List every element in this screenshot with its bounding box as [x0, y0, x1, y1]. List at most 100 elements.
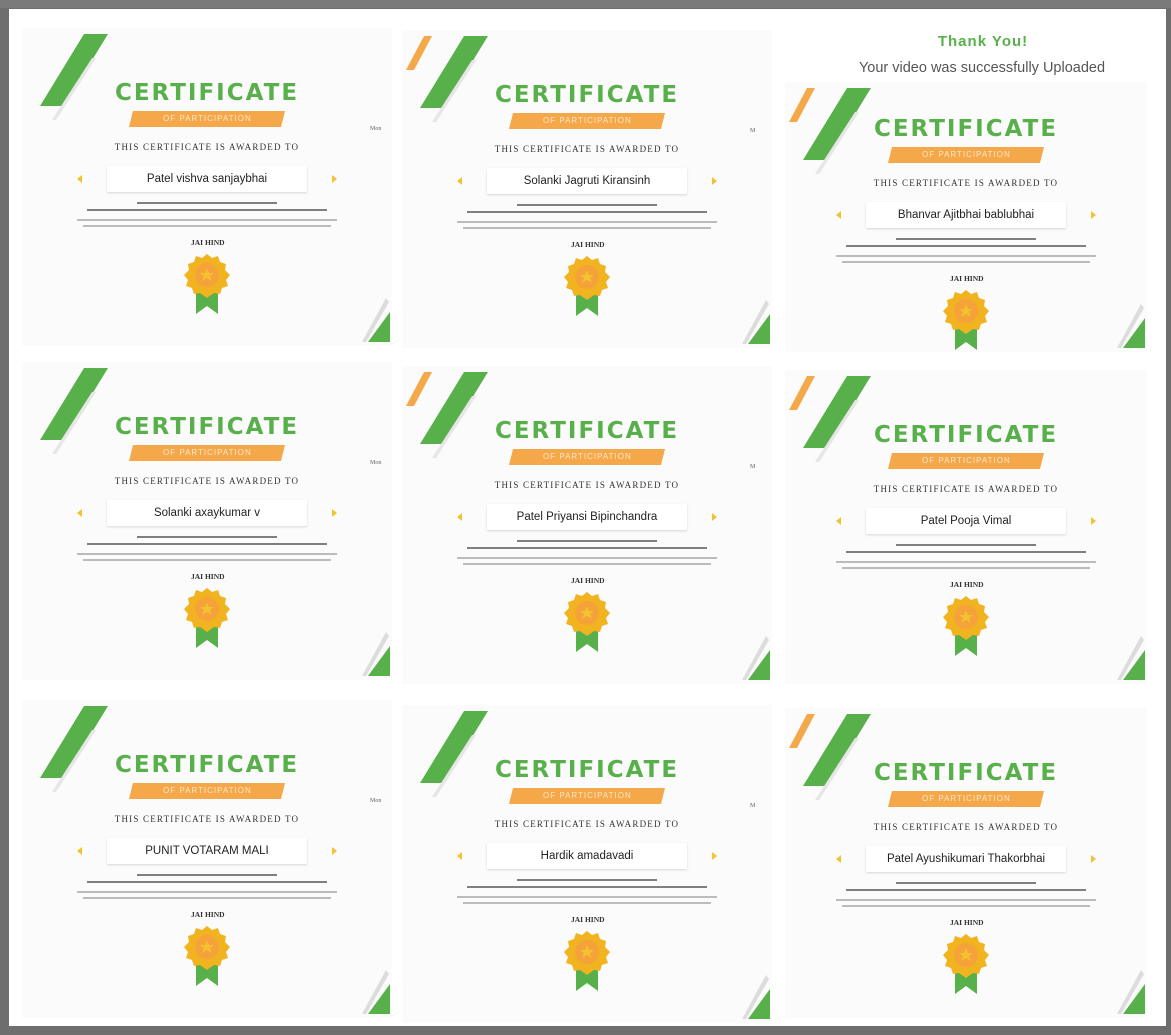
recipient-name: Patel Priyansi Bipinchandra: [487, 504, 687, 530]
certificate-card: CERTIFICATE OF PARTICIPATION THIS CERTIFIC…: [785, 82, 1147, 352]
right-arrow-icon: [332, 509, 337, 517]
recipient-name: Patel vishva sanjaybhai: [107, 166, 307, 192]
awarded-to-text: THIS CERTIFICATE IS AWARDED TO: [114, 814, 300, 824]
fine-print-line: [467, 547, 707, 549]
participation-ribbon: OF PARTICIPATION: [129, 445, 285, 461]
fine-print-line: [457, 557, 717, 559]
orange-stripe: [406, 372, 432, 406]
fine-print-line: [896, 238, 1036, 240]
recipient-name: Bhanvar Ajitbhai bablubhai: [866, 202, 1066, 228]
left-arrow-icon: [77, 847, 82, 855]
fine-print-line: [457, 896, 717, 898]
recipient-name: PUNIT VOTARAM MALI: [107, 838, 307, 864]
fine-print-line: [87, 543, 327, 545]
right-arrow-icon: [712, 852, 717, 860]
recipient-name: Patel Pooja Vimal: [866, 508, 1066, 534]
medal-icon: [184, 926, 230, 986]
certificate-card: CERTIFICATE OF PARTICIPATION THIS CERTIFIC…: [402, 705, 772, 1023]
participation-ribbon: OF PARTICIPATION: [509, 788, 665, 804]
side-label: Mon: [370, 798, 382, 804]
awarded-to-text: THIS CERTIFICATE IS AWARDED TO: [494, 144, 680, 154]
side-label: M: [750, 128, 756, 134]
fine-print-line: [517, 540, 657, 542]
frame-top-edge: [0, 0, 1171, 8]
fine-print-line: [83, 225, 331, 227]
certificate-title: CERTIFICATE: [494, 82, 680, 108]
recipient-name: Solanki Jagruti Kiransinh: [487, 168, 687, 194]
ribbon-label: OF PARTICIPATION: [162, 448, 252, 457]
certificate-card: CERTIFICATE OF PARTICIPATION THIS CERTIFIC…: [22, 28, 392, 346]
medal-icon: [184, 254, 230, 314]
medal-icon: [943, 596, 989, 656]
certificate-title: CERTIFICATE: [873, 116, 1059, 142]
certificate-card: CERTIFICATE OF PARTICIPATION THIS CERTIFIC…: [22, 700, 392, 1018]
fine-print-line: [87, 881, 327, 883]
medal-icon: [184, 588, 230, 648]
left-arrow-icon: [457, 513, 462, 521]
awarded-to-text: THIS CERTIFICATE IS AWARDED TO: [873, 822, 1059, 832]
right-arrow-icon: [712, 177, 717, 185]
right-arrow-icon: [332, 847, 337, 855]
fine-print-line: [896, 544, 1036, 546]
ribbon-label: OF PARTICIPATION: [921, 150, 1011, 159]
awarded-to-text: THIS CERTIFICATE IS AWARDED TO: [873, 178, 1059, 188]
fine-print-line: [517, 879, 657, 881]
thank-you-heading: Thank You!: [937, 33, 1029, 50]
fine-print-line: [467, 211, 707, 213]
jai-hind-label: JAI HIND: [571, 240, 605, 249]
medal-icon: [943, 934, 989, 994]
fine-print-line: [896, 882, 1036, 884]
jai-hind-label: JAI HIND: [571, 576, 605, 585]
participation-ribbon: OF PARTICIPATION: [888, 147, 1044, 163]
fine-print-line: [457, 221, 717, 223]
certificate-card: CERTIFICATE OF PARTICIPATION THIS CERTIFIC…: [22, 362, 392, 680]
certificate-title: CERTIFICATE: [873, 422, 1059, 448]
fine-print-line: [77, 891, 337, 893]
ribbon-label: OF PARTICIPATION: [162, 786, 252, 795]
fine-print-line: [83, 559, 331, 561]
ribbon-label: OF PARTICIPATION: [542, 452, 632, 461]
medal-icon: [564, 256, 610, 316]
fine-print-line: [463, 563, 711, 565]
left-arrow-icon: [836, 517, 841, 525]
right-arrow-icon: [712, 513, 717, 521]
fine-print-line: [463, 227, 711, 229]
fine-print-line: [836, 255, 1096, 257]
ribbon-label: OF PARTICIPATION: [542, 116, 632, 125]
fine-print-line: [83, 897, 331, 899]
fine-print-line: [87, 209, 327, 211]
awarded-to-text: THIS CERTIFICATE IS AWARDED TO: [494, 480, 680, 490]
ribbon-label: OF PARTICIPATION: [542, 791, 632, 800]
participation-ribbon: OF PARTICIPATION: [888, 453, 1044, 469]
fine-print-line: [77, 553, 337, 555]
upload-success-message: Your video was successfully Uploaded: [858, 60, 1106, 76]
side-label: Mon: [370, 460, 382, 466]
fine-print-line: [137, 202, 277, 204]
jai-hind-label: JAI HIND: [950, 580, 984, 589]
left-arrow-icon: [836, 211, 841, 219]
awarded-to-text: THIS CERTIFICATE IS AWARDED TO: [114, 476, 300, 486]
right-arrow-icon: [332, 175, 337, 183]
medal-icon: [943, 290, 989, 350]
side-label: M: [750, 464, 756, 470]
certificate-title: CERTIFICATE: [873, 760, 1059, 786]
participation-ribbon: OF PARTICIPATION: [888, 791, 1044, 807]
left-arrow-icon: [77, 175, 82, 183]
certificate-title: CERTIFICATE: [494, 418, 680, 444]
certificate-card: CERTIFICATE OF PARTICIPATION THIS CERTIFIC…: [785, 708, 1147, 1018]
left-arrow-icon: [457, 177, 462, 185]
fine-print-line: [836, 899, 1096, 901]
fine-print-line: [846, 889, 1086, 891]
side-label: Mon: [370, 126, 382, 132]
recipient-name: Solanki axaykumar v: [107, 500, 307, 526]
awarded-to-text: THIS CERTIFICATE IS AWARDED TO: [494, 819, 680, 829]
fine-print-line: [467, 886, 707, 888]
fine-print-line: [77, 219, 337, 221]
medal-icon: [564, 592, 610, 652]
jai-hind-label: JAI HIND: [571, 915, 605, 924]
fine-print-line: [137, 874, 277, 876]
fine-print-line: [842, 567, 1090, 569]
side-label: M: [750, 803, 756, 809]
right-arrow-icon: [1091, 855, 1096, 863]
jai-hind-label: JAI HIND: [191, 238, 225, 247]
